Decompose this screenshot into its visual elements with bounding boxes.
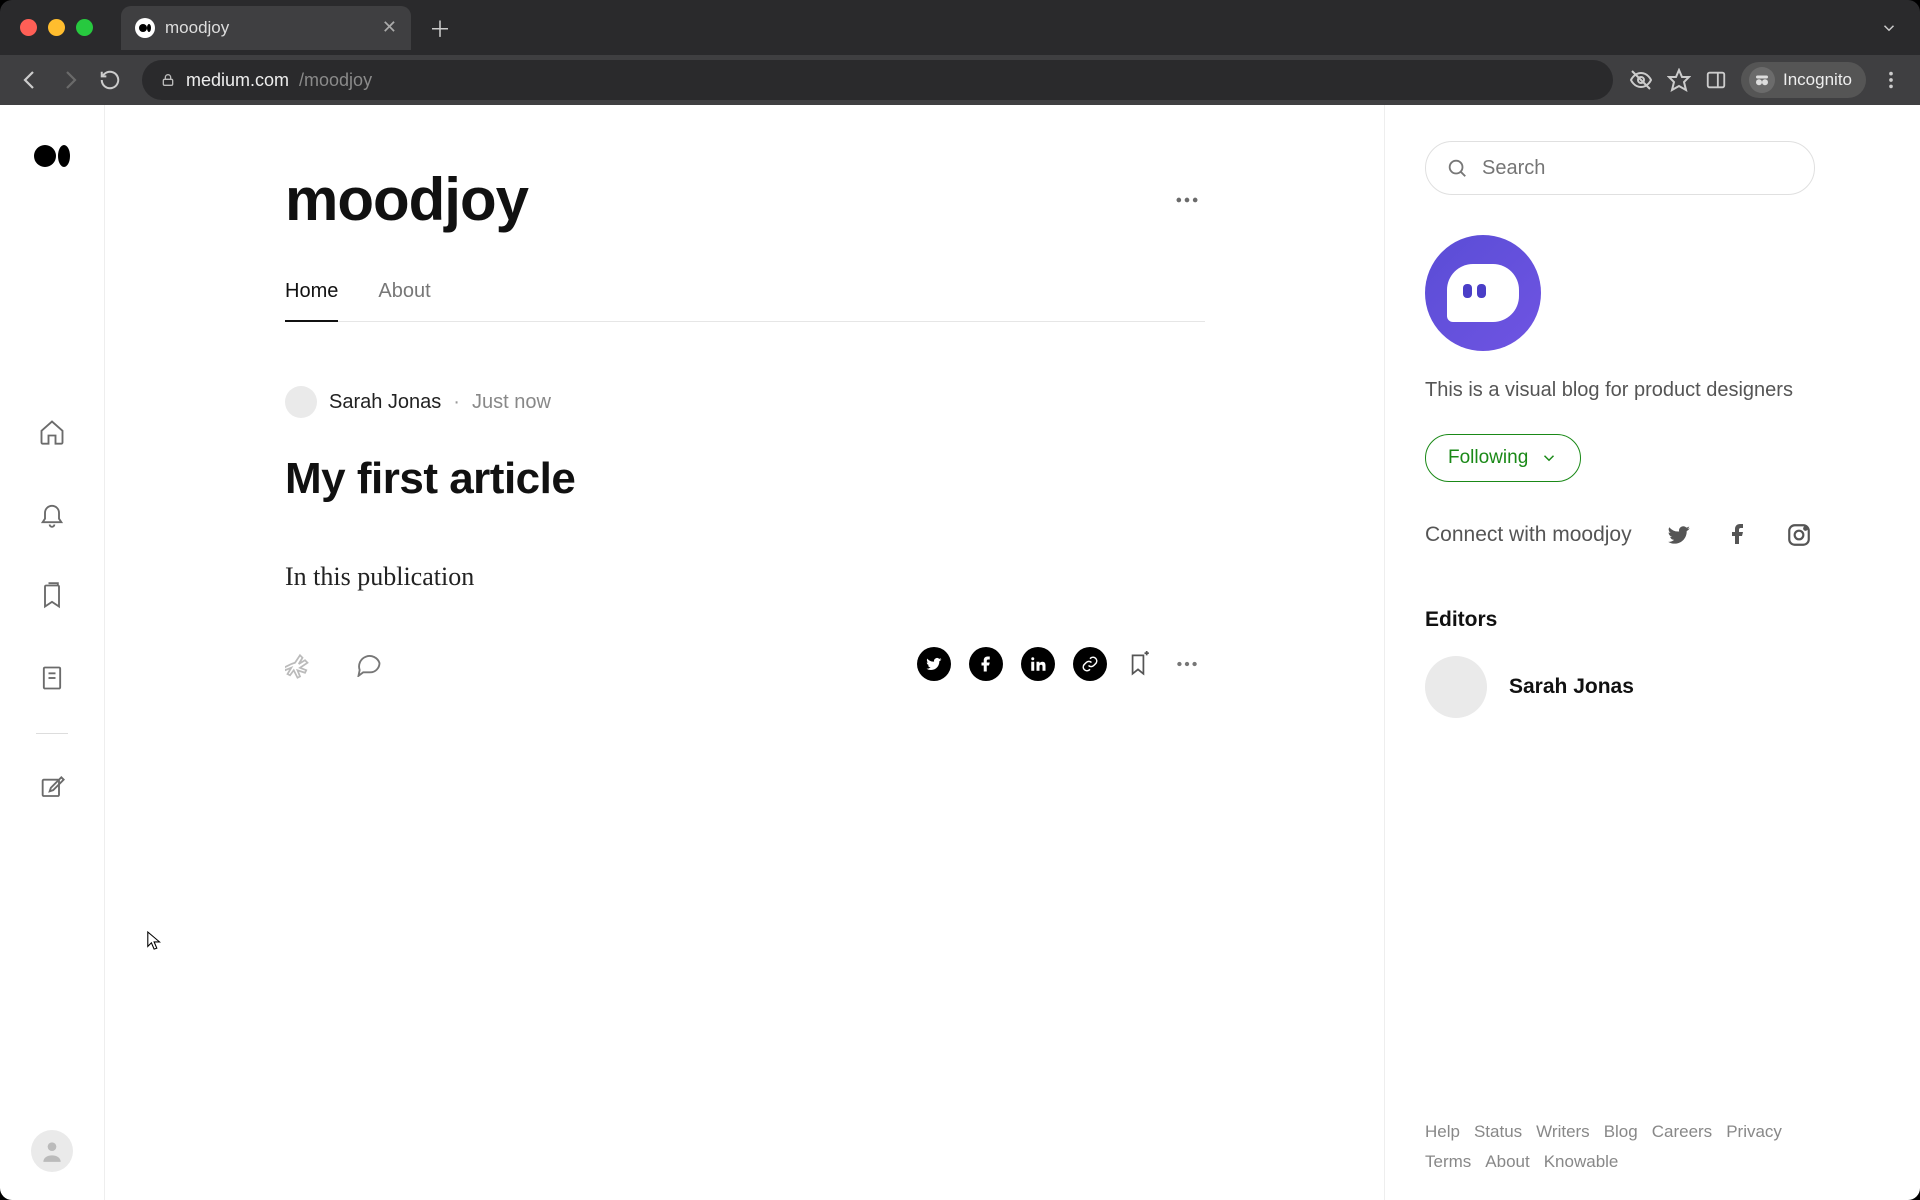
window-controls xyxy=(20,19,93,36)
follow-button[interactable]: Following xyxy=(1425,434,1581,482)
feed-column: moodjoy Home About Sarah Jonas · Just no… xyxy=(105,105,1385,1200)
comment-icon[interactable] xyxy=(355,649,385,679)
more-icon[interactable] xyxy=(1169,182,1205,218)
publication-title: moodjoy xyxy=(285,165,528,234)
right-sidebar: This is a visual blog for product design… xyxy=(1385,105,1855,1200)
kebab-menu-icon[interactable] xyxy=(1880,69,1902,91)
toolbar-right: Incognito xyxy=(1629,62,1902,98)
search-icon xyxy=(1446,157,1468,179)
tab-favicon xyxy=(135,18,155,38)
url-host: medium.com xyxy=(186,70,289,91)
tab-home[interactable]: Home xyxy=(285,280,338,321)
home-icon[interactable] xyxy=(37,417,67,447)
connect-label: Connect with moodjoy xyxy=(1425,523,1632,547)
footer-link[interactable]: Status xyxy=(1474,1122,1522,1142)
clap-icon[interactable] xyxy=(285,649,315,679)
stories-icon[interactable] xyxy=(37,663,67,693)
share-linkedin-icon[interactable] xyxy=(1021,647,1055,681)
incognito-indicator[interactable]: Incognito xyxy=(1741,62,1866,98)
footer-link[interactable]: Knowable xyxy=(1544,1152,1619,1172)
write-icon[interactable] xyxy=(37,774,67,804)
tab-close-button[interactable]: ✕ xyxy=(382,17,397,38)
search-box[interactable] xyxy=(1425,141,1815,195)
editor-name: Sarah Jonas xyxy=(1509,675,1634,699)
publication-header: moodjoy xyxy=(285,165,1205,234)
medium-logo[interactable] xyxy=(34,145,70,167)
lock-icon xyxy=(160,72,176,88)
article-more-icon[interactable] xyxy=(1169,646,1205,682)
back-button[interactable] xyxy=(14,64,46,96)
facebook-icon[interactable] xyxy=(1726,522,1752,548)
incognito-icon xyxy=(1749,67,1775,93)
share-twitter-icon[interactable] xyxy=(917,647,951,681)
share-facebook-icon[interactable] xyxy=(969,647,1003,681)
editor-avatar xyxy=(1425,656,1487,718)
tab-bar: moodjoy ✕ ＋ xyxy=(0,0,1920,55)
footer-link[interactable]: Careers xyxy=(1652,1122,1712,1142)
url-path: /moodjoy xyxy=(299,70,372,91)
eye-off-icon[interactable] xyxy=(1629,68,1653,92)
twitter-icon[interactable] xyxy=(1666,522,1692,548)
footer-link[interactable]: Help xyxy=(1425,1122,1460,1142)
instagram-icon[interactable] xyxy=(1786,522,1812,548)
publication-avatar[interactable] xyxy=(1425,235,1541,351)
star-icon[interactable] xyxy=(1667,68,1691,92)
footer-link[interactable]: About xyxy=(1485,1152,1529,1172)
browser-tab[interactable]: moodjoy ✕ xyxy=(121,6,411,50)
bookmarks-icon[interactable] xyxy=(37,581,67,611)
footer-link[interactable]: Blog xyxy=(1604,1122,1638,1142)
byline-separator: · xyxy=(453,391,460,414)
publication-description: This is a visual blog for product design… xyxy=(1425,379,1815,402)
new-tab-button[interactable]: ＋ xyxy=(429,12,451,44)
forward-button[interactable] xyxy=(54,64,86,96)
window-minimize-button[interactable] xyxy=(48,19,65,36)
publication-avatar-glyph xyxy=(1447,264,1519,322)
footer-link[interactable]: Writers xyxy=(1536,1122,1590,1142)
publish-time: Just now xyxy=(472,391,551,414)
tabs-dropdown-icon[interactable] xyxy=(1880,19,1898,37)
article-actions xyxy=(285,646,1205,682)
reload-button[interactable] xyxy=(94,64,126,96)
footer-links: Help Status Writers Blog Careers Privacy… xyxy=(1425,1122,1815,1172)
editors-heading: Editors xyxy=(1425,608,1815,632)
tab-title: moodjoy xyxy=(165,18,229,38)
follow-label: Following xyxy=(1448,447,1528,469)
article-title[interactable]: My first article xyxy=(285,454,1205,504)
main-area: moodjoy Home About Sarah Jonas · Just no… xyxy=(105,105,1920,1200)
user-avatar[interactable] xyxy=(31,1130,73,1172)
share-link-icon[interactable] xyxy=(1073,647,1107,681)
address-bar: medium.com/moodjoy Incognito xyxy=(0,55,1920,105)
left-rail xyxy=(0,105,105,1200)
author-avatar[interactable] xyxy=(285,386,317,418)
connect-row: Connect with moodjoy xyxy=(1425,522,1815,548)
chevron-down-icon xyxy=(1540,449,1558,467)
footer-link[interactable]: Privacy xyxy=(1726,1122,1782,1142)
author-name[interactable]: Sarah Jonas xyxy=(329,391,441,414)
window-close-button[interactable] xyxy=(20,19,37,36)
tab-about[interactable]: About xyxy=(378,280,430,321)
browser-chrome: moodjoy ✕ ＋ medium.com/moodjoy xyxy=(0,0,1920,105)
editor-row[interactable]: Sarah Jonas xyxy=(1425,656,1815,718)
incognito-label: Incognito xyxy=(1783,70,1852,90)
search-input[interactable] xyxy=(1482,157,1794,180)
bookmark-add-icon[interactable] xyxy=(1125,651,1151,677)
url-field[interactable]: medium.com/moodjoy xyxy=(142,60,1613,100)
page-content: moodjoy Home About Sarah Jonas · Just no… xyxy=(0,105,1920,1200)
notifications-icon[interactable] xyxy=(37,499,67,529)
footer-link[interactable]: Terms xyxy=(1425,1152,1471,1172)
article-card: Sarah Jonas · Just now My first article … xyxy=(285,386,1205,682)
publication-tabs: Home About xyxy=(285,280,1205,322)
window-maximize-button[interactable] xyxy=(76,19,93,36)
panel-icon[interactable] xyxy=(1705,69,1727,91)
article-excerpt: In this publication xyxy=(285,562,1205,592)
rail-divider xyxy=(36,733,68,734)
article-byline: Sarah Jonas · Just now xyxy=(285,386,1205,418)
